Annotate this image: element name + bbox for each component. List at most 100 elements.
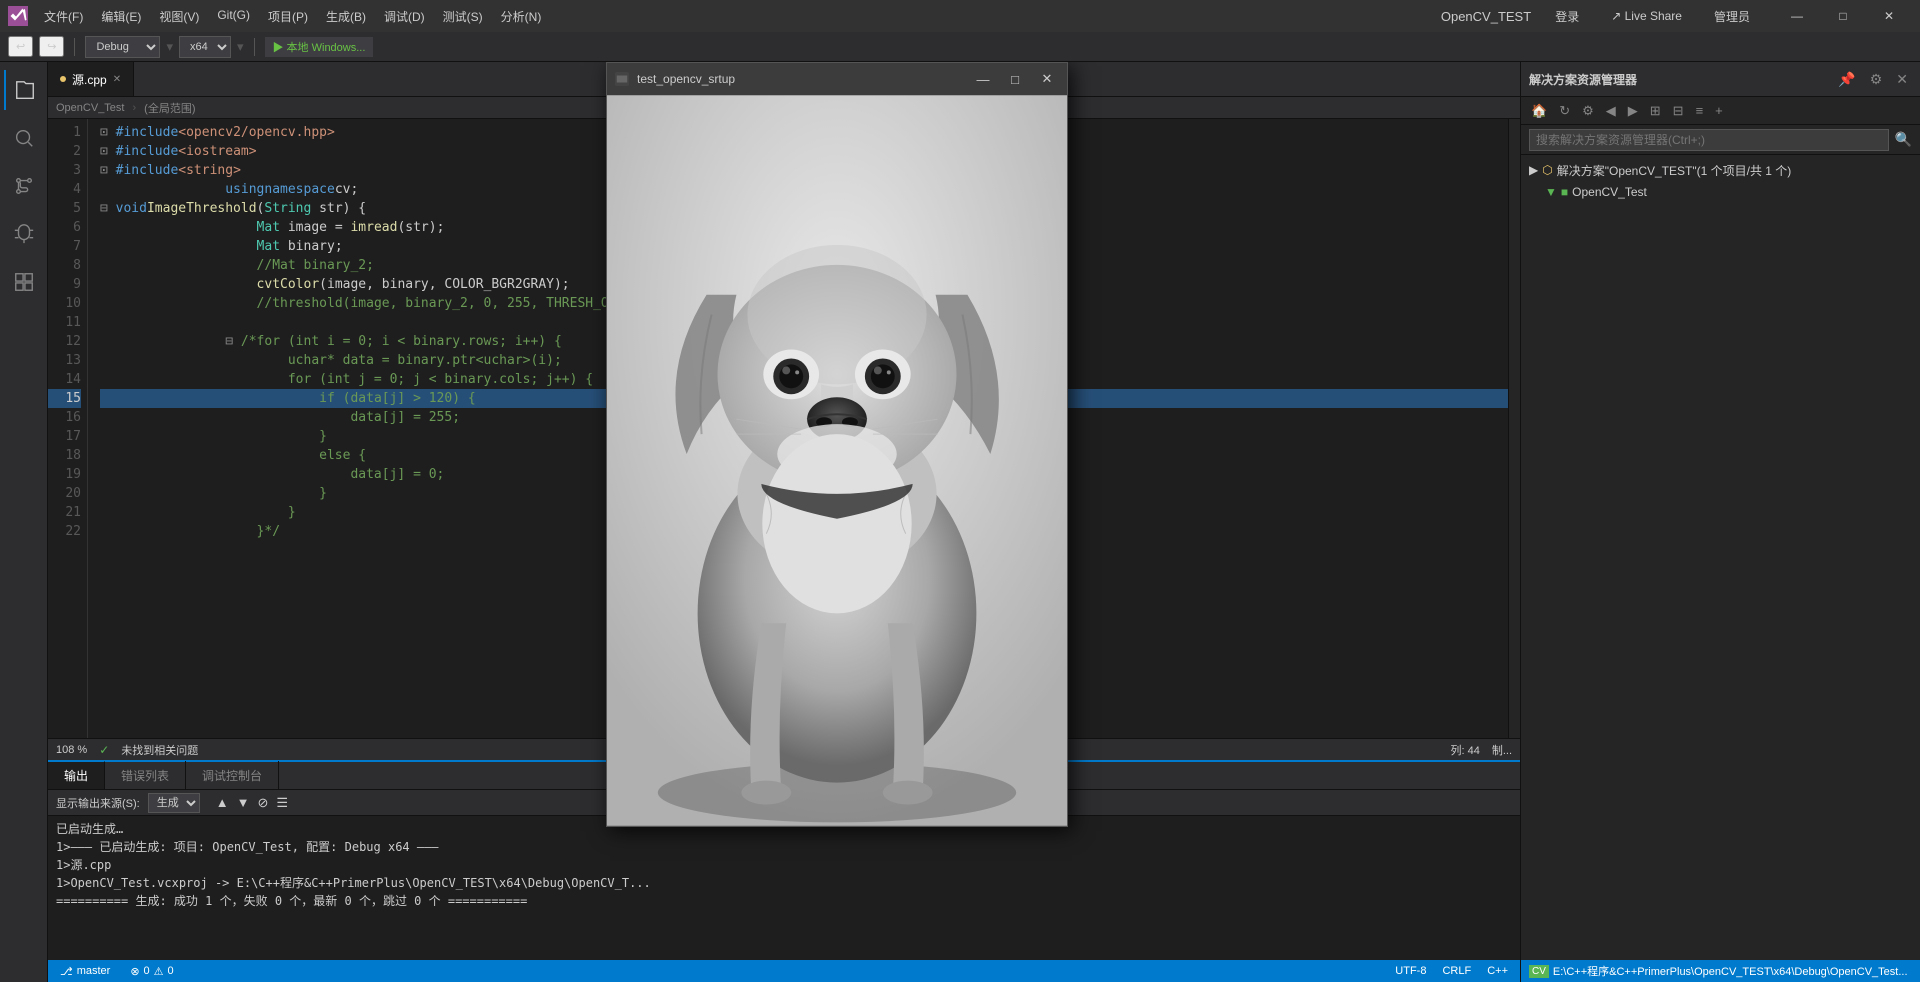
output-tab-errors[interactable]: 错误列表	[105, 761, 186, 789]
admin-button[interactable]: 管理员	[1706, 4, 1758, 29]
path-project: OpenCV_Test	[56, 102, 124, 114]
live-share-button[interactable]: ↗ Live Share	[1603, 5, 1690, 27]
sol-forward-icon[interactable]: ▶	[1624, 101, 1642, 121]
output-content: 已启动生成… 1>——— 已启动生成: 项目: OpenCV_Test, 配置:…	[48, 816, 1520, 960]
tab-label: 源.cpp	[72, 71, 107, 88]
output-tab-output[interactable]: 输出	[48, 761, 105, 789]
output-tab-debug[interactable]: 调试控制台	[186, 761, 279, 789]
output-line-3: 1>源.cpp	[56, 856, 1512, 874]
tree-project[interactable]: ▼ ■ OpenCV_Test	[1521, 181, 1920, 203]
arch-dropdown[interactable]: x64 x86	[179, 36, 231, 58]
solution-explorer-header: 解决方案资源管理器 📌 ⚙ ✕	[1521, 62, 1920, 97]
status-errors[interactable]: ⊗ 0 ⚠ 0	[126, 965, 177, 978]
col-info: 列: 44	[1450, 742, 1479, 758]
sidebar-settings-icon[interactable]: ⚙	[1866, 69, 1887, 90]
output-line-5: ========== 生成: 成功 1 个，失败 0 个，最新 0 个，跳过 0…	[56, 892, 1512, 910]
tab-close-button[interactable]: ✕	[113, 74, 121, 85]
mode-info: 制...	[1492, 742, 1512, 758]
maximize-button[interactable]: □	[1820, 0, 1866, 32]
image-window-icon	[615, 72, 629, 86]
status-branch[interactable]: ⎇ master	[56, 965, 114, 978]
status-lang[interactable]: C++	[1483, 965, 1512, 977]
menu-project[interactable]: 项目(P)	[260, 4, 316, 29]
separator-1	[74, 38, 75, 56]
git-branch-icon: ⎇	[60, 965, 73, 978]
activity-explorer[interactable]	[4, 70, 44, 110]
solution-icon: ⬡	[1542, 163, 1552, 177]
sidebar-close-icon[interactable]: ✕	[1892, 69, 1912, 90]
window-controls: — □ ✕	[1774, 0, 1912, 32]
sol-expand-icon[interactable]: ⊞	[1646, 101, 1665, 121]
check-icon: ✓	[99, 743, 109, 757]
tab-source-cpp[interactable]: 源.cpp ✕	[48, 62, 134, 96]
sol-refresh-icon[interactable]: ↻	[1555, 101, 1574, 121]
solution-search-bar: 🔍	[1521, 125, 1920, 155]
search-icon[interactable]: 🔍	[1895, 131, 1912, 148]
zoom-level[interactable]: 108 %	[56, 744, 87, 756]
editor-container: 源.cpp ✕ OpenCV_Test › (全局范围) 12345 67891…	[48, 62, 1520, 982]
sidebar-pin-icon[interactable]: 📌	[1834, 69, 1859, 90]
menu-test[interactable]: 测试(S)	[435, 4, 491, 29]
image-window-titlebar: test_opencv_srtup — □ ✕	[607, 63, 1067, 95]
menu-bar: 文件(F) 编辑(E) 视图(V) Git(G) 项目(P) 生成(B) 调试(…	[36, 4, 549, 29]
menu-debug[interactable]: 调试(D)	[376, 4, 433, 29]
activity-search[interactable]	[4, 118, 44, 158]
menu-analyze[interactable]: 分析(N)	[493, 4, 550, 29]
sol-back-icon[interactable]: ◀	[1602, 101, 1620, 121]
solution-toolbar: 🏠 ↻ ⚙ ◀ ▶ ⊞ ⊟ ≡ +	[1521, 97, 1920, 125]
tree-expand-icon: ▶	[1529, 163, 1538, 177]
undo-button[interactable]: ↩	[8, 36, 33, 57]
project-title-label: OpenCV_TEST	[1441, 9, 1531, 24]
activity-bar	[0, 62, 48, 982]
main-layout: 源.cpp ✕ OpenCV_Test › (全局范围) 12345 67891…	[0, 62, 1920, 982]
toolbar: ↩ ↪ Debug Release ▾ x64 x86 ▾ ▶ 本地 Windo…	[0, 32, 1920, 62]
sol-plus-icon[interactable]: +	[1711, 101, 1727, 120]
run-button[interactable]: ▶ 本地 Windows...	[265, 37, 374, 57]
login-button[interactable]: 登录	[1547, 4, 1587, 29]
error-count-icon: ⊗	[130, 965, 139, 978]
sol-settings-icon[interactable]: ⚙	[1578, 101, 1598, 121]
line-numbers: 12345 678910 11121314 15 1617181920 2122	[48, 119, 88, 738]
redo-button[interactable]: ↪	[39, 36, 64, 57]
sol-home-icon[interactable]: 🏠	[1527, 101, 1551, 121]
dog-image	[607, 95, 1067, 826]
status-right: UTF-8 CRLF C++	[1391, 965, 1512, 977]
image-window-close[interactable]: ✕	[1035, 67, 1059, 91]
project-icon: ■	[1561, 185, 1568, 199]
solution-tree: ▶ ⬡ 解决方案"OpenCV_TEST"(1 个项目/共 1 个) ▼ ■ O…	[1521, 155, 1920, 960]
activity-extensions[interactable]	[4, 262, 44, 302]
image-preview-window: test_opencv_srtup — □ ✕	[606, 62, 1068, 827]
minimap[interactable]	[1508, 119, 1520, 738]
separator-2	[254, 38, 255, 56]
solution-search-input[interactable]	[1529, 129, 1889, 151]
solution-label: 解决方案"OpenCV_TEST"(1 个项目/共 1 个)	[1557, 162, 1792, 179]
file-path-bar: CV E:\C++程序&C++PrimerPlus\OpenCV_TEST\x6…	[1521, 960, 1920, 982]
status-encoding[interactable]: UTF-8	[1391, 965, 1430, 977]
close-button[interactable]: ✕	[1866, 0, 1912, 32]
menu-build[interactable]: 生成(B)	[318, 4, 374, 29]
sol-collapse-icon[interactable]: ⊟	[1669, 101, 1688, 121]
minimize-button[interactable]: —	[1774, 0, 1820, 32]
title-right: OpenCV_TEST 登录 ↗ Live Share 管理员 — □ ✕	[1441, 0, 1912, 32]
image-window-maximize[interactable]: □	[1003, 67, 1027, 91]
warning-icon: ⚠	[154, 965, 164, 978]
sol-filter-icon[interactable]: ≡	[1692, 101, 1708, 120]
title-bar: 文件(F) 编辑(E) 视图(V) Git(G) 项目(P) 生成(B) 调试(…	[0, 0, 1920, 32]
activity-git[interactable]	[4, 166, 44, 206]
config-dropdown[interactable]: Debug Release	[85, 36, 160, 58]
image-window-title: test_opencv_srtup	[637, 72, 963, 86]
solution-explorer-title: 解决方案资源管理器	[1529, 71, 1828, 88]
output-source-select[interactable]: 生成	[148, 793, 200, 813]
image-window-minimize[interactable]: —	[971, 67, 995, 91]
file-path-text: E:\C++程序&C++PrimerPlus\OpenCV_TEST\x64\D…	[1553, 963, 1908, 979]
tree-solution-root[interactable]: ▶ ⬡ 解决方案"OpenCV_TEST"(1 个项目/共 1 个)	[1521, 159, 1920, 181]
project-label: OpenCV_Test	[1572, 185, 1647, 199]
activity-debug[interactable]	[4, 214, 44, 254]
menu-file[interactable]: 文件(F)	[36, 4, 91, 29]
status-line-ending[interactable]: CRLF	[1438, 965, 1475, 977]
output-source-label: 显示输出来源(S):	[56, 795, 140, 811]
menu-edit[interactable]: 编辑(E)	[93, 4, 149, 29]
menu-git[interactable]: Git(G)	[209, 4, 258, 29]
status-bar: ⎇ master ⊗ 0 ⚠ 0 UTF-8 CRLF C++	[48, 960, 1520, 982]
menu-view[interactable]: 视图(V)	[151, 4, 207, 29]
